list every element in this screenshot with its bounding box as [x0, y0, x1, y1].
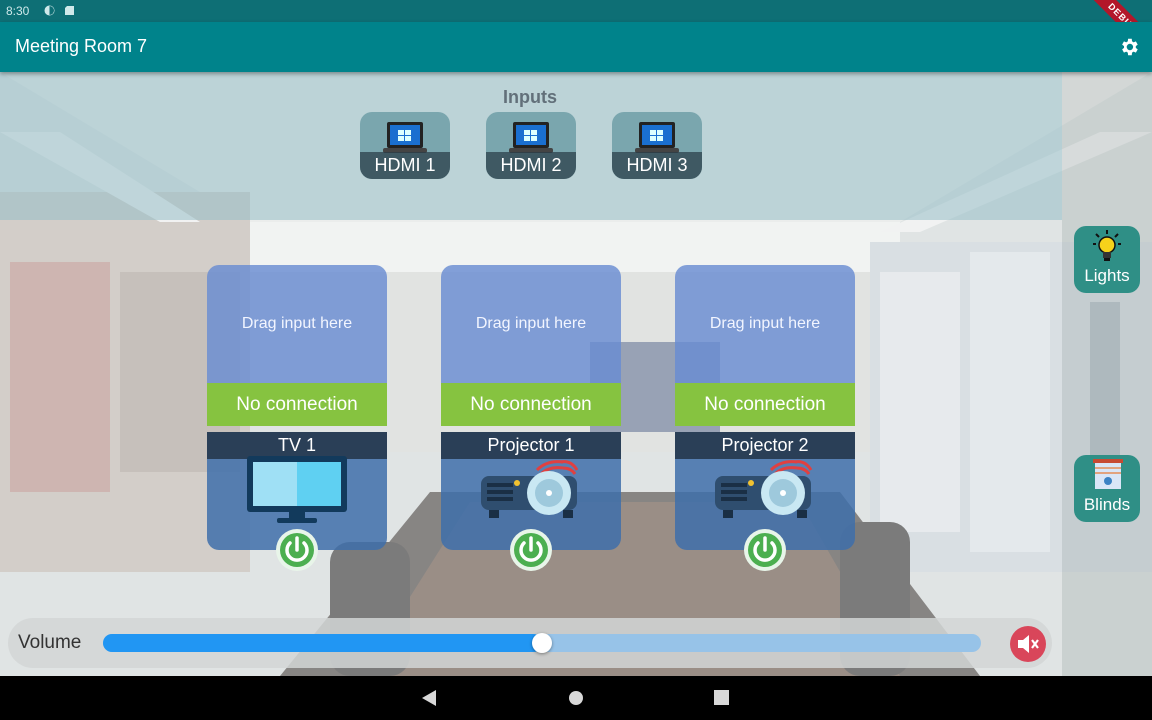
power-button-tv-1[interactable] — [275, 528, 319, 572]
volume-control: Volume — [8, 618, 1052, 668]
connection-status: No connection — [441, 383, 621, 426]
drop-zone[interactable]: Drag input here — [207, 265, 387, 383]
drop-zone[interactable]: Drag input here — [675, 265, 855, 383]
device-card-projector-1: Drag input here No connection Projector … — [441, 265, 621, 550]
sd-card-icon — [65, 6, 74, 15]
power-icon — [510, 529, 552, 571]
input-label: HDMI 3 — [612, 152, 702, 179]
sync-icon — [44, 5, 55, 16]
volume-fill — [103, 634, 542, 652]
laptop-icon — [635, 122, 679, 153]
lights-button[interactable]: Lights — [1074, 226, 1140, 293]
projector-icon — [481, 460, 579, 518]
input-label: HDMI 2 — [486, 152, 576, 179]
gear-icon[interactable] — [1118, 36, 1140, 58]
input-hdmi-3[interactable]: HDMI 3 — [612, 112, 702, 179]
recents-square-icon[interactable] — [714, 690, 729, 705]
drop-zone[interactable]: Drag input here — [441, 265, 621, 383]
side-panel — [1062, 72, 1152, 676]
blinds-label: Blinds — [1083, 495, 1131, 514]
home-circle-icon[interactable] — [568, 690, 584, 706]
connection-status: No connection — [207, 383, 387, 426]
status-time: 8:30 — [6, 4, 30, 18]
volume-label: Volume — [18, 632, 82, 653]
tv-icon — [247, 456, 347, 523]
power-icon — [744, 529, 786, 571]
lightbulb-icon — [1093, 230, 1121, 261]
device-card-projector-2: Drag input here No connection Projector … — [675, 265, 855, 550]
connection-status: No connection — [675, 383, 855, 426]
app-bar: Meeting Room 7 — [0, 22, 1152, 72]
speaker-mute-icon — [1018, 635, 1039, 653]
power-button-projector-2[interactable] — [743, 528, 787, 572]
inputs-title: Inputs — [503, 87, 557, 107]
page-title: Meeting Room 7 — [15, 36, 148, 56]
device-card-tv-1: Drag input here No connection TV 1 — [207, 265, 387, 550]
mute-button[interactable] — [1010, 626, 1046, 662]
input-hdmi-2[interactable]: HDMI 2 — [486, 112, 576, 179]
back-triangle-icon[interactable] — [422, 690, 436, 706]
room-view: Inputs HDMI 1 HDMI 2 HDMI 3 Drag input h… — [0, 72, 1152, 676]
laptop-icon — [509, 122, 553, 153]
volume-slider[interactable] — [103, 633, 981, 653]
blinds-icon — [1093, 459, 1123, 489]
input-label: HDMI 1 — [360, 152, 450, 179]
blinds-button[interactable]: Blinds — [1074, 455, 1140, 522]
laptop-icon — [383, 122, 427, 153]
status-bar: 8:30 DEBUG — [0, 0, 1152, 63]
power-icon — [276, 529, 318, 571]
volume-thumb[interactable] — [532, 633, 552, 653]
projector-icon — [715, 460, 813, 518]
lights-label: Lights — [1084, 266, 1130, 285]
power-button-projector-1[interactable] — [509, 528, 553, 572]
input-hdmi-1[interactable]: HDMI 1 — [360, 112, 450, 179]
navigation-bar — [0, 676, 1152, 720]
